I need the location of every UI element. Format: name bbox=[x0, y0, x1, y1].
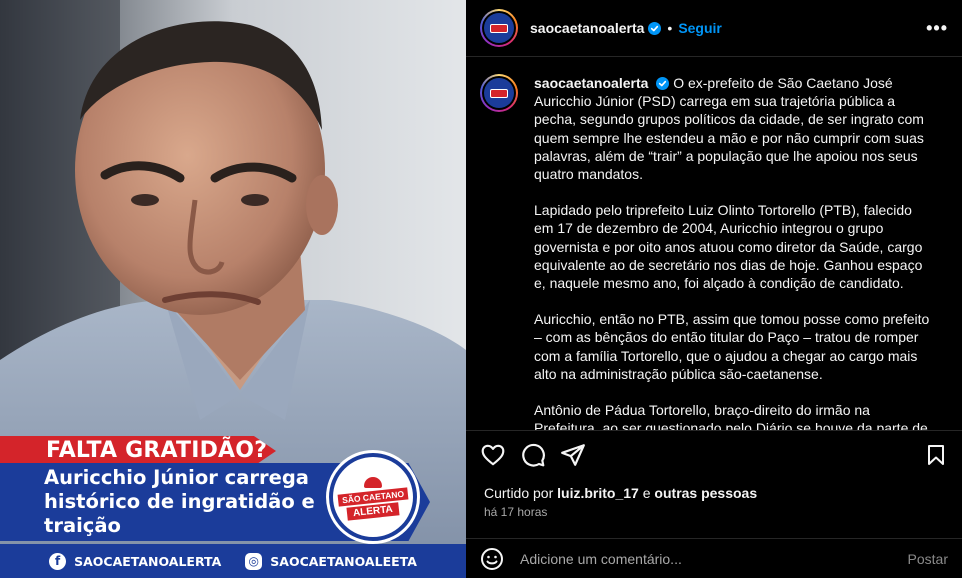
separator-dot: • bbox=[667, 20, 673, 36]
share-icon[interactable] bbox=[560, 442, 586, 468]
caption-paragraph: Lapidado pelo triprefeito Luiz Olinto To… bbox=[534, 202, 923, 292]
social-handles-bar: f SAOCAETANOALERTA ◎ SAOCAETANOALEETA bbox=[0, 544, 466, 578]
post-timestamp[interactable]: há 17 horas bbox=[484, 505, 547, 519]
divider bbox=[466, 430, 962, 431]
like-heart-icon[interactable] bbox=[480, 442, 506, 468]
bookmark-icon[interactable] bbox=[924, 443, 948, 467]
post-image[interactable]: FALTA GRATIDÃO? Auricchio Júnior carrega… bbox=[0, 0, 466, 578]
likes-summary: Curtido por luiz.brito_17 e outras pesso… bbox=[484, 485, 757, 501]
caption-text: saocaetanoalerta O ex-prefeito de São Ca… bbox=[534, 74, 934, 430]
avatar[interactable] bbox=[480, 9, 518, 47]
headline-line: traição bbox=[44, 514, 121, 537]
siren-icon bbox=[364, 476, 382, 488]
verified-badge-icon bbox=[656, 77, 670, 90]
caption-avatar[interactable] bbox=[480, 74, 518, 112]
headline-text: Auricchio Júnior carrega histórico de in… bbox=[44, 466, 344, 538]
comment-input[interactable]: Adicione um comentário... bbox=[520, 551, 682, 567]
headline-tag: FALTA GRATIDÃO? bbox=[0, 436, 276, 466]
caption-paragraph: Antônio de Pádua Tortorello, braço-direi… bbox=[534, 402, 928, 430]
post-side-panel: saocaetanoalerta • Seguir ••• saocaetano… bbox=[466, 0, 962, 578]
instagram-handle: SAOCAETANOALEETA bbox=[270, 553, 417, 569]
post-comment-button[interactable]: Postar bbox=[908, 551, 948, 567]
more-options-icon[interactable]: ••• bbox=[926, 18, 948, 39]
caption-paragraph: Auricchio, então no PTB, assim que tomou… bbox=[534, 311, 930, 382]
comment-bar: Adicione um comentário... Postar bbox=[466, 538, 962, 578]
likes-joiner: e bbox=[642, 485, 651, 501]
post-header: saocaetanoalerta • Seguir ••• bbox=[466, 0, 962, 57]
caption-username[interactable]: saocaetanoalerta bbox=[534, 75, 648, 91]
action-bar bbox=[480, 440, 948, 470]
header-username[interactable]: saocaetanoalerta bbox=[530, 20, 644, 36]
comment-icon[interactable] bbox=[520, 442, 546, 468]
caption: saocaetanoalerta O ex-prefeito de São Ca… bbox=[466, 58, 962, 430]
liked-by-user[interactable]: luiz.brito_17 bbox=[557, 485, 639, 501]
verified-badge-icon bbox=[648, 21, 662, 35]
brand-logo: SÃO CAETANO ALERTA bbox=[326, 450, 420, 544]
emoji-icon[interactable] bbox=[480, 547, 504, 571]
headline-line: Auricchio Júnior carrega bbox=[44, 466, 309, 489]
likes-others[interactable]: outras pessoas bbox=[654, 485, 757, 501]
facebook-handle: SAOCAETANOALERTA bbox=[74, 553, 222, 569]
follow-button[interactable]: Seguir bbox=[678, 20, 722, 36]
likes-prefix: Curtido por bbox=[484, 485, 554, 501]
headline-line: histórico de ingratidão e bbox=[44, 490, 315, 513]
caption-paragraph: O ex-prefeito de São Caetano José Auricc… bbox=[534, 75, 924, 183]
instagram-icon: ◎ bbox=[245, 552, 263, 570]
facebook-icon: f bbox=[49, 552, 67, 570]
